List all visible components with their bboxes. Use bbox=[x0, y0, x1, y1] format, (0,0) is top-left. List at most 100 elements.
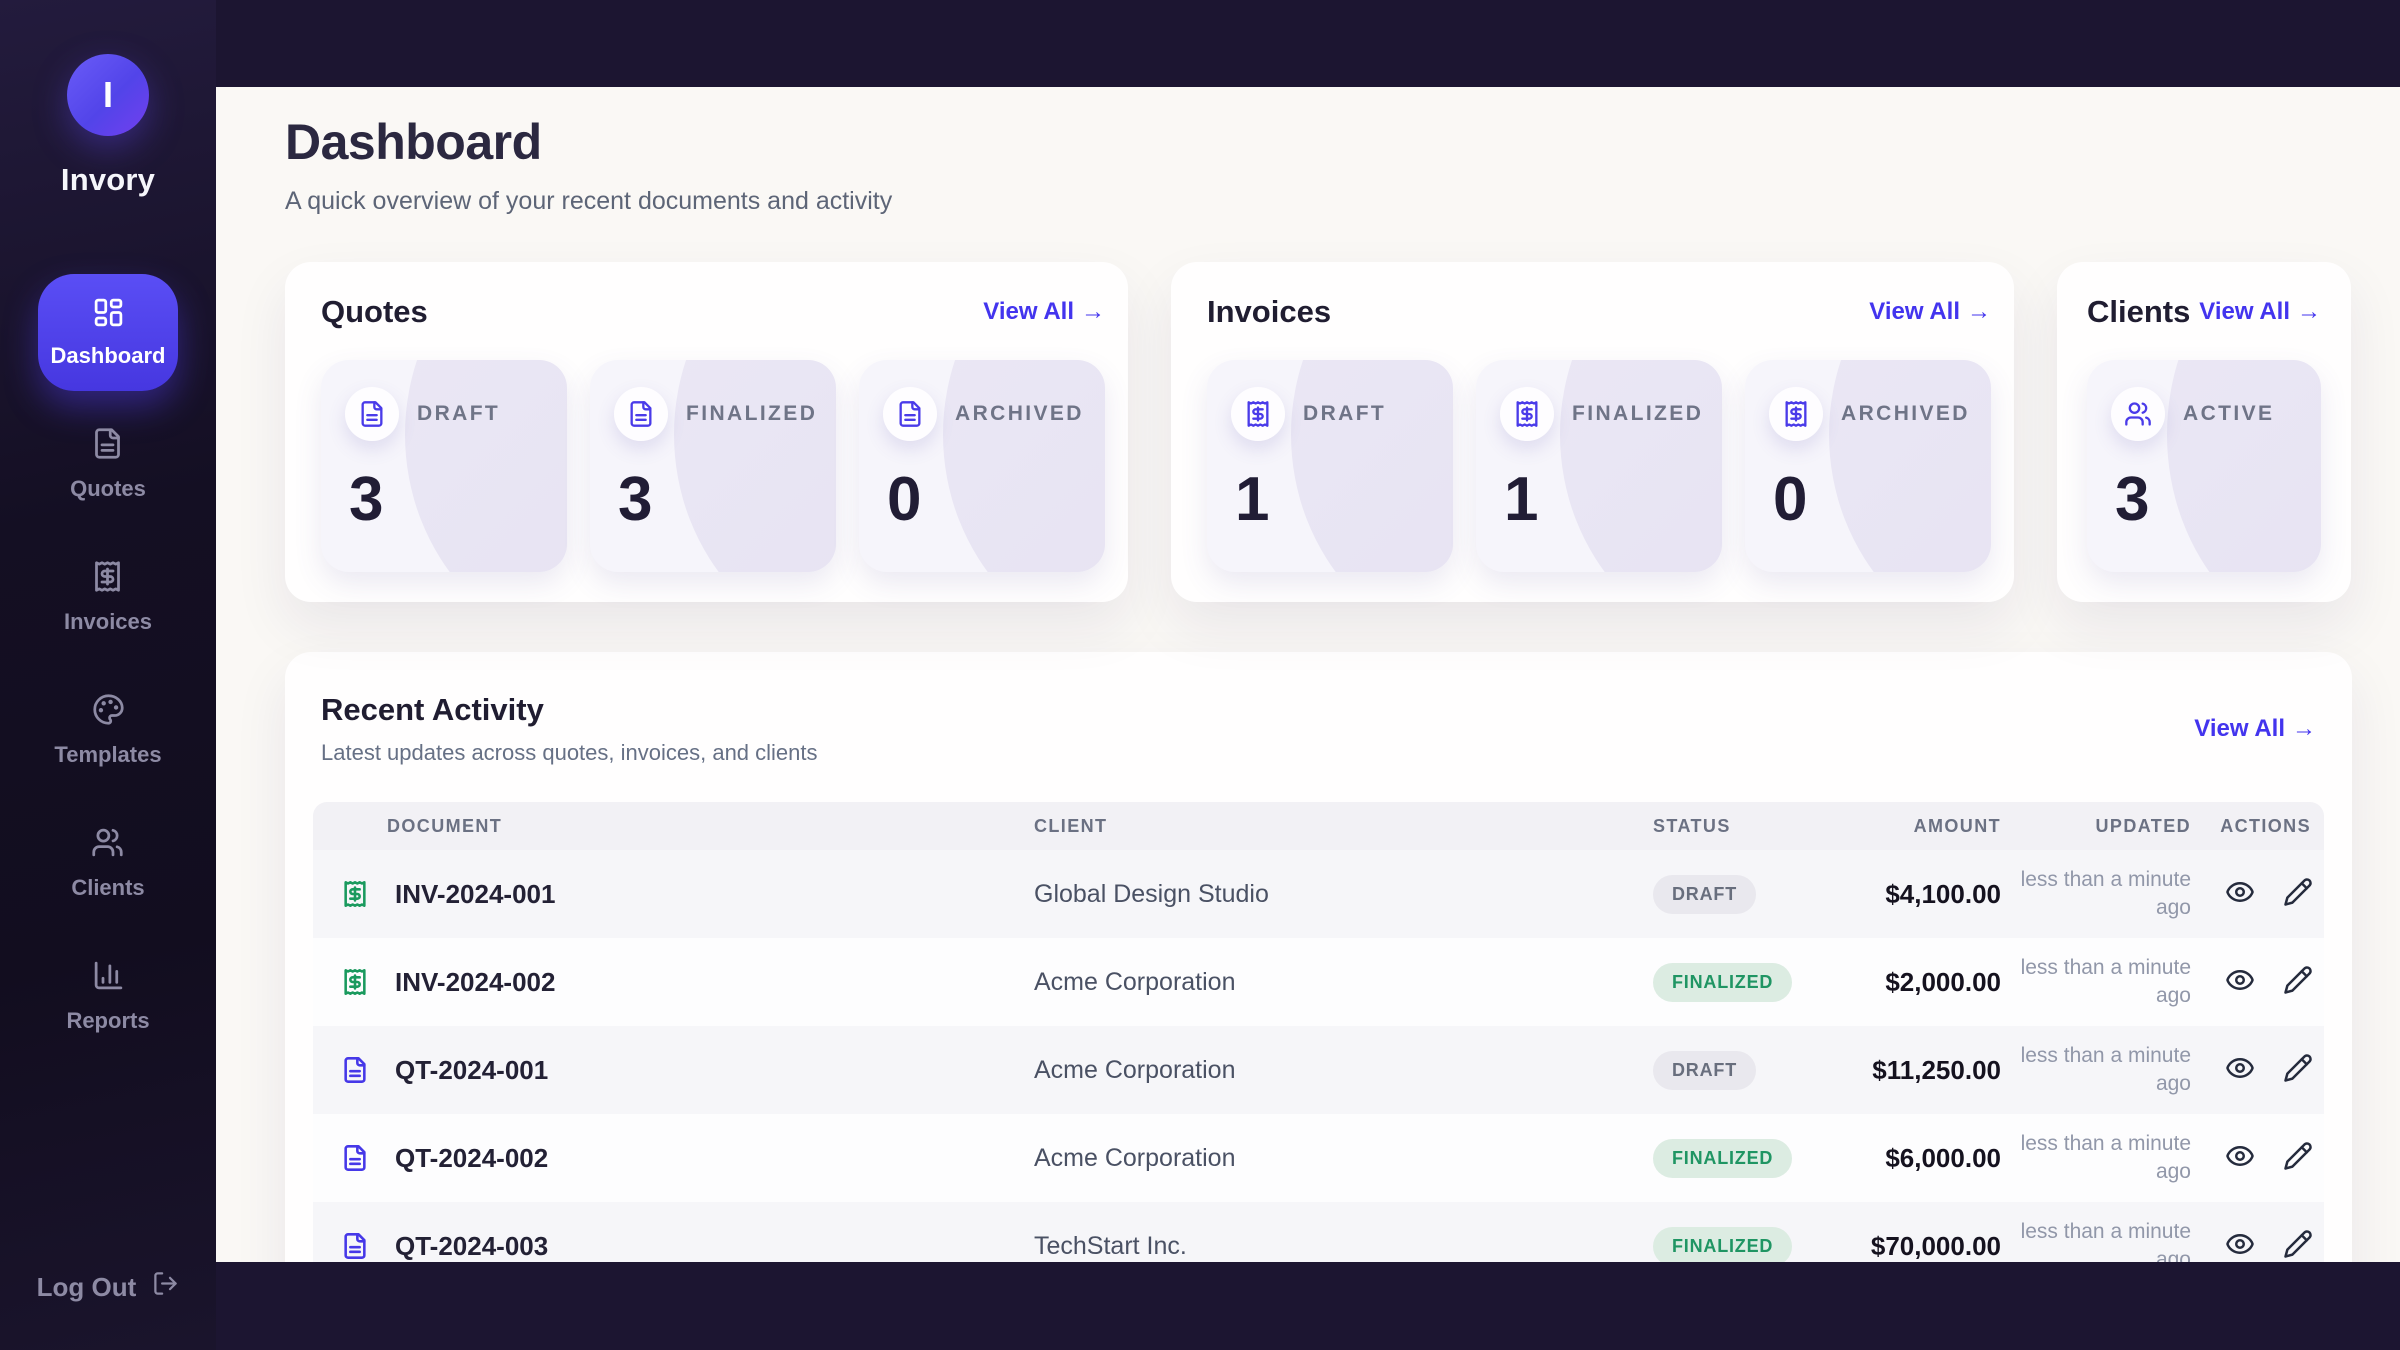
tile-value: 0 bbox=[887, 469, 1081, 531]
app-logo: I bbox=[67, 54, 149, 136]
column-header-amount: AMOUNT bbox=[1815, 816, 2015, 837]
client-name: Acme Corporation bbox=[1006, 968, 1625, 997]
edit-document-button[interactable] bbox=[2283, 1141, 2313, 1176]
document-number: QT-2024-001 bbox=[395, 1055, 548, 1086]
status-badge: DRAFT bbox=[1653, 1051, 1756, 1090]
sidebar: I Invory Dashboard Quotes Invoices Templ bbox=[0, 0, 216, 1350]
quotes-view-all-link[interactable]: View All→ bbox=[983, 298, 1105, 326]
receipt-icon bbox=[1769, 387, 1823, 441]
client-name: Global Design Studio bbox=[1006, 880, 1625, 909]
invoices-view-all-link[interactable]: View All→ bbox=[1869, 298, 1991, 326]
clients-active-tile: ACTIVE 3 bbox=[2087, 360, 2321, 572]
client-name: TechStart Inc. bbox=[1006, 1232, 1625, 1261]
tile-label: DRAFT bbox=[417, 402, 500, 426]
receipt-icon bbox=[91, 560, 124, 598]
document-type-icon bbox=[341, 1056, 369, 1084]
table-row[interactable]: QT-2024-001 Acme Corporation DRAFT $11,2… bbox=[313, 1026, 2324, 1114]
column-header-updated: UPDATED bbox=[2015, 816, 2205, 837]
activity-view-all-link[interactable]: View All→ bbox=[2194, 715, 2316, 743]
page-subtitle: A quick overview of your recent document… bbox=[285, 187, 2352, 216]
arrow-right-icon: → bbox=[1967, 298, 1991, 325]
tile-label: ARCHIVED bbox=[1841, 402, 1970, 426]
amount: $70,000.00 bbox=[1815, 1231, 2015, 1262]
receipt-icon bbox=[1231, 387, 1285, 441]
amount: $4,100.00 bbox=[1815, 879, 2015, 910]
document-type-icon bbox=[341, 968, 369, 996]
recent-activity-subtitle: Latest updates across quotes, invoices, … bbox=[321, 740, 818, 766]
sidebar-item-invoices[interactable]: Invoices bbox=[64, 560, 152, 635]
invoices-draft-tile: DRAFT 1 bbox=[1207, 360, 1453, 572]
stats-row: Quotes View All→ DRAFT 3 bbox=[285, 262, 2352, 602]
tile-value: 0 bbox=[1773, 469, 1967, 531]
edit-document-button[interactable] bbox=[2283, 1053, 2313, 1088]
edit-document-button[interactable] bbox=[2283, 965, 2313, 1000]
sidebar-item-templates[interactable]: Templates bbox=[54, 693, 161, 768]
updated-time: less than a minute ago bbox=[2015, 866, 2205, 923]
sidebar-item-label: Clients bbox=[71, 875, 144, 901]
arrow-right-icon: → bbox=[2292, 715, 2316, 742]
tile-label: FINALIZED bbox=[686, 402, 817, 426]
sidebar-item-reports[interactable]: Reports bbox=[66, 959, 149, 1034]
table-row[interactable]: INV-2024-001 Global Design Studio DRAFT … bbox=[313, 850, 2324, 938]
status-badge: FINALIZED bbox=[1653, 1227, 1792, 1263]
quotes-card: Quotes View All→ DRAFT 3 bbox=[285, 262, 1128, 602]
tile-label: FINALIZED bbox=[1572, 402, 1703, 426]
quotes-draft-tile: DRAFT 3 bbox=[321, 360, 567, 572]
invoices-card-title: Invoices bbox=[1207, 294, 1331, 330]
updated-time: less than a minute ago bbox=[2015, 954, 2205, 1011]
view-document-button[interactable] bbox=[2225, 1229, 2255, 1263]
sidebar-item-dashboard[interactable]: Dashboard bbox=[38, 274, 178, 391]
tile-value: 3 bbox=[2115, 469, 2297, 531]
sidebar-item-label: Templates bbox=[54, 742, 161, 768]
table-row[interactable]: QT-2024-002 Acme Corporation FINALIZED $… bbox=[313, 1114, 2324, 1202]
amount: $6,000.00 bbox=[1815, 1143, 2015, 1174]
amount: $11,250.00 bbox=[1815, 1055, 2015, 1086]
clients-card: Clients View All→ ACTIVE 3 bbox=[2057, 262, 2351, 602]
document-number: INV-2024-002 bbox=[395, 967, 555, 998]
tile-label: DRAFT bbox=[1303, 402, 1386, 426]
users-icon bbox=[2111, 387, 2165, 441]
status-badge: DRAFT bbox=[1653, 875, 1756, 914]
client-name: Acme Corporation bbox=[1006, 1056, 1625, 1085]
receipt-icon bbox=[1500, 387, 1554, 441]
edit-document-button[interactable] bbox=[2283, 1229, 2313, 1263]
app-logo-initial: I bbox=[103, 74, 113, 116]
tile-value: 3 bbox=[618, 469, 812, 531]
sidebar-item-label: Reports bbox=[66, 1008, 149, 1034]
table-row[interactable]: INV-2024-002 Acme Corporation FINALIZED … bbox=[313, 938, 2324, 1026]
tile-value: 3 bbox=[349, 469, 543, 531]
view-document-button[interactable] bbox=[2225, 1053, 2255, 1088]
page-title: Dashboard bbox=[285, 113, 2352, 171]
document-number: QT-2024-002 bbox=[395, 1143, 548, 1174]
file-text-icon bbox=[883, 387, 937, 441]
invoices-card: Invoices View All→ DRAFT 1 bbox=[1171, 262, 2014, 602]
column-header-status: STATUS bbox=[1625, 816, 1815, 837]
view-document-button[interactable] bbox=[2225, 1141, 2255, 1176]
dashboard-icon bbox=[92, 296, 125, 334]
column-header-actions: ACTIONS bbox=[2205, 816, 2337, 837]
invoices-archived-tile: ARCHIVED 0 bbox=[1745, 360, 1991, 572]
activity-table: DOCUMENT CLIENT STATUS AMOUNT UPDATED AC… bbox=[313, 802, 2324, 1262]
users-icon bbox=[91, 826, 124, 864]
sidebar-item-clients[interactable]: Clients bbox=[71, 826, 144, 901]
sidebar-item-quotes[interactable]: Quotes bbox=[70, 427, 146, 502]
main-content: Dashboard A quick overview of your recen… bbox=[216, 87, 2400, 1262]
updated-time: less than a minute ago bbox=[2015, 1130, 2205, 1187]
file-text-icon bbox=[91, 427, 124, 465]
document-type-icon bbox=[341, 1232, 369, 1260]
file-text-icon bbox=[345, 387, 399, 441]
view-document-button[interactable] bbox=[2225, 965, 2255, 1000]
logout-button[interactable]: Log Out bbox=[37, 1270, 180, 1304]
column-header-client: CLIENT bbox=[1006, 816, 1625, 837]
clients-view-all-link[interactable]: View All→ bbox=[2199, 298, 2321, 326]
table-row[interactable]: QT-2024-003 TechStart Inc. FINALIZED $70… bbox=[313, 1202, 2324, 1262]
activity-table-header: DOCUMENT CLIENT STATUS AMOUNT UPDATED AC… bbox=[313, 802, 2324, 850]
tile-value: 1 bbox=[1504, 469, 1698, 531]
clients-card-title: Clients bbox=[2087, 294, 2190, 330]
edit-document-button[interactable] bbox=[2283, 877, 2313, 912]
document-type-icon bbox=[341, 1144, 369, 1172]
file-text-icon bbox=[614, 387, 668, 441]
view-document-button[interactable] bbox=[2225, 877, 2255, 912]
invoices-finalized-tile: FINALIZED 1 bbox=[1476, 360, 1722, 572]
updated-time: less than a minute ago bbox=[2015, 1042, 2205, 1099]
